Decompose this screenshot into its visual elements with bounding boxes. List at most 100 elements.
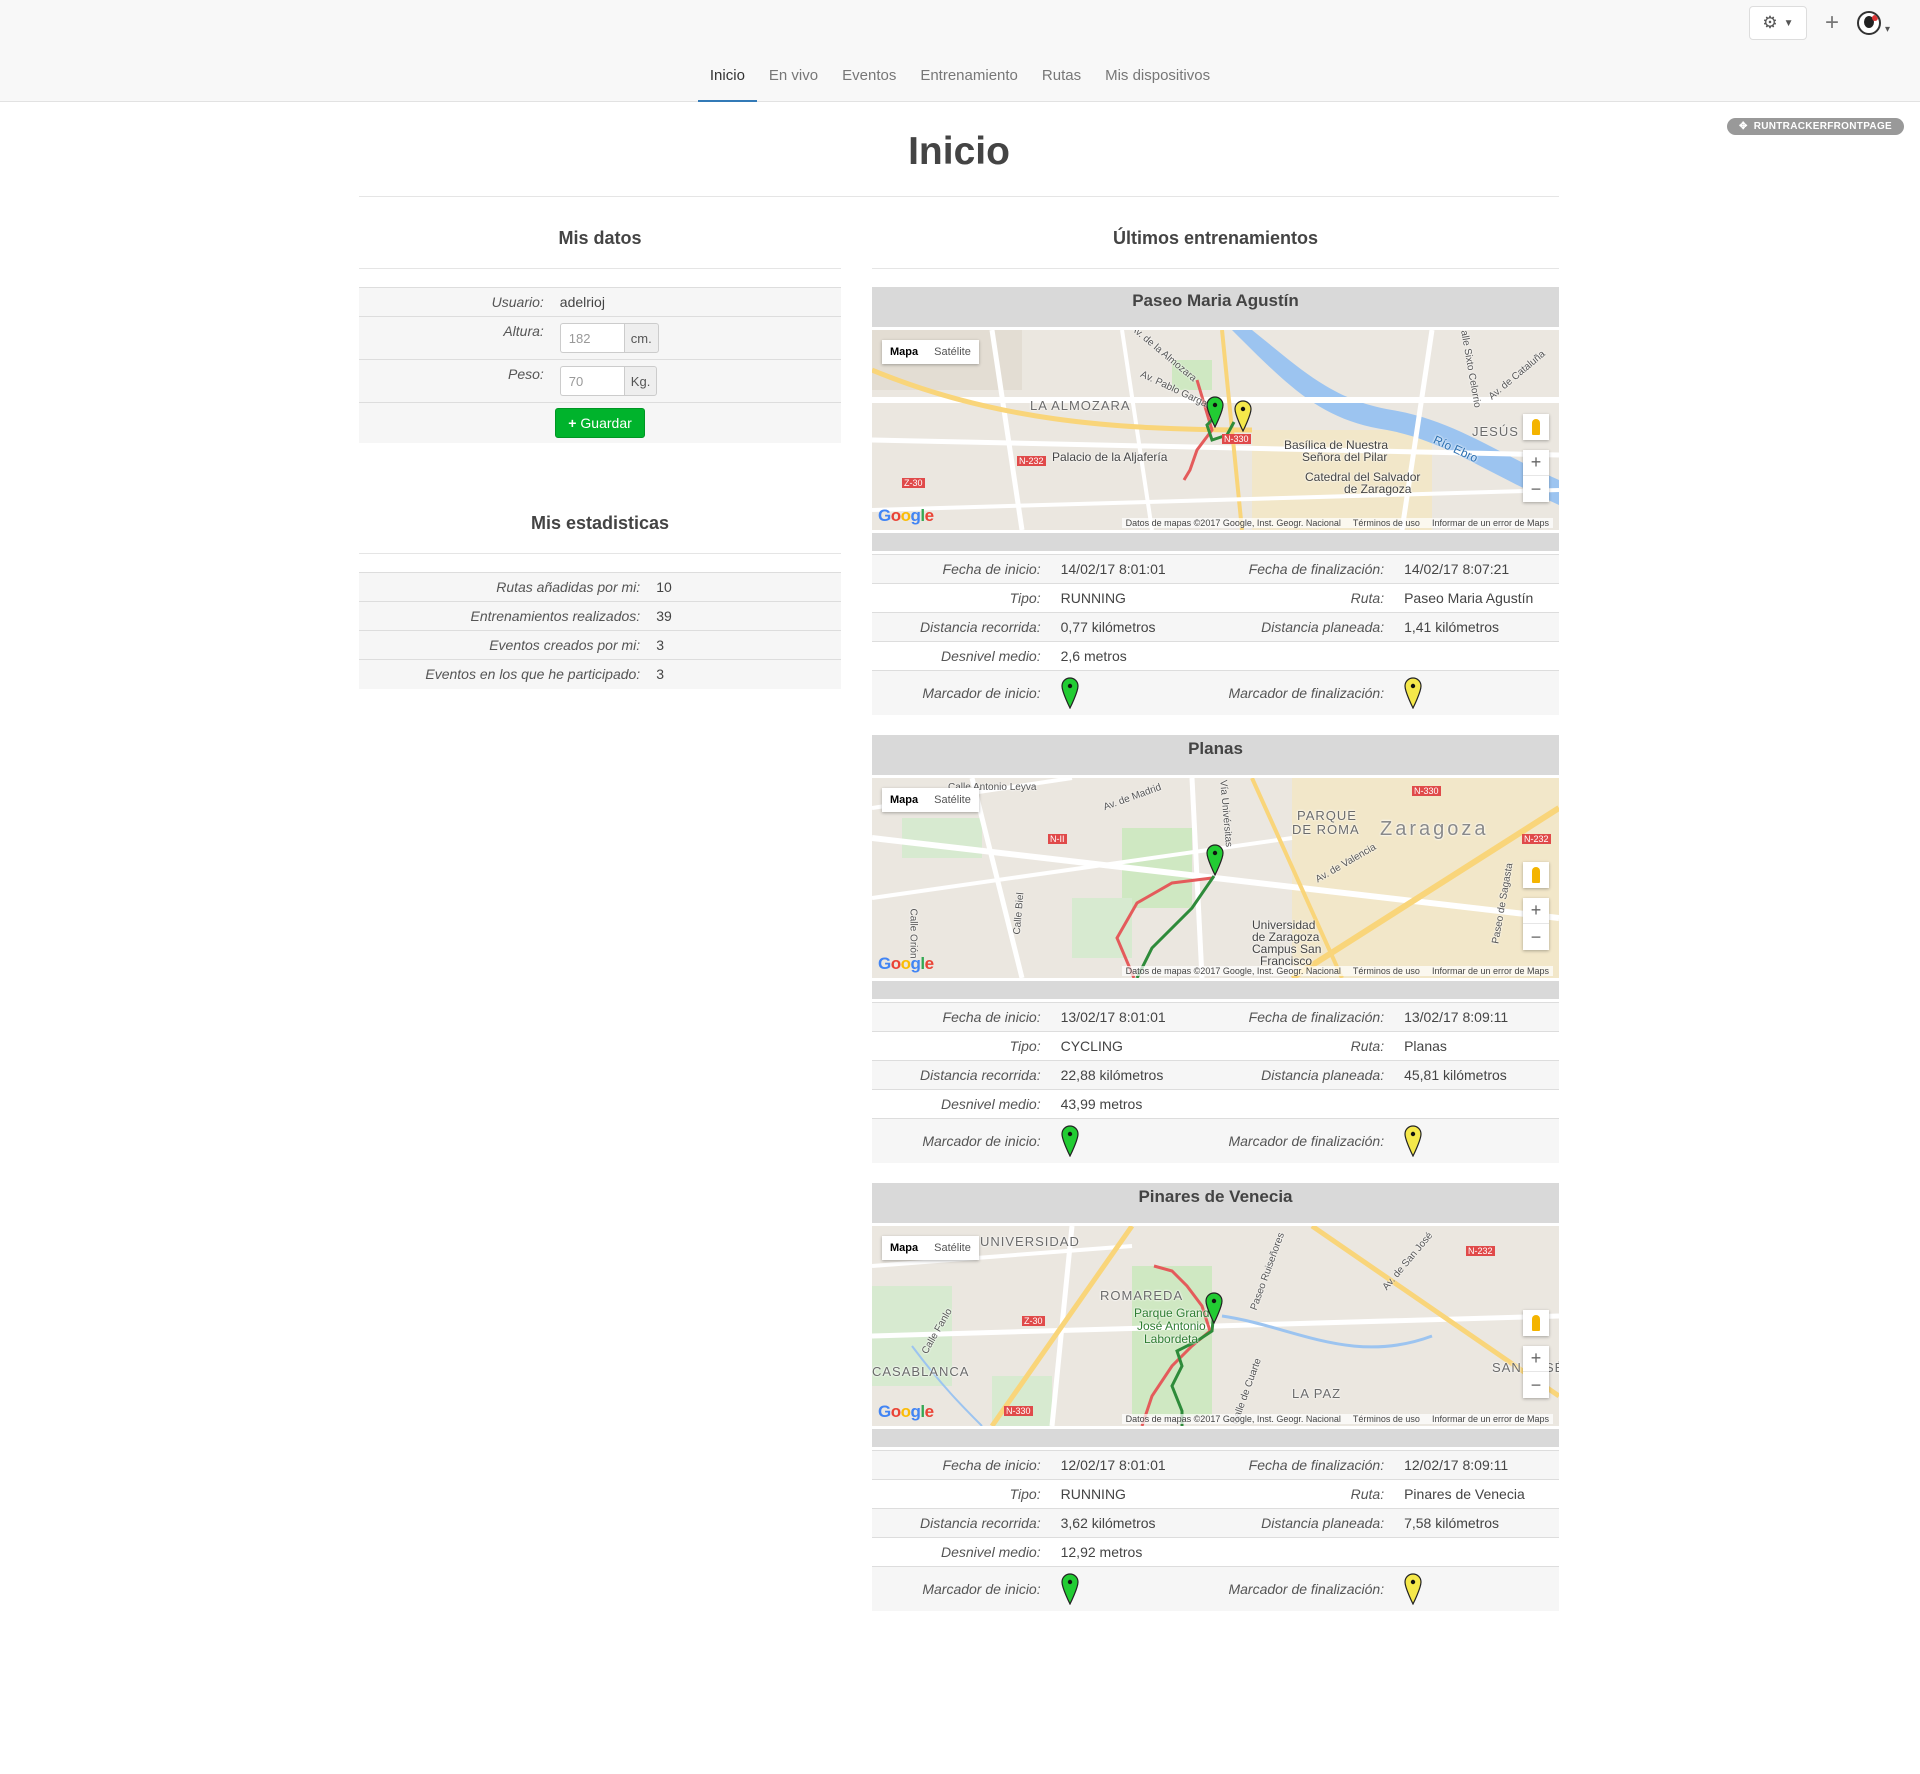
stat-label: Eventos creados por mi: bbox=[489, 637, 641, 653]
route-map[interactable]: UNIVERSIDAD ROMAREDA Parque Grande José … bbox=[872, 1226, 1559, 1426]
peso-input[interactable]: 70 bbox=[559, 366, 624, 396]
detail-value: RUNNING bbox=[1060, 590, 1126, 606]
report-error-link[interactable]: Informar de un error de Maps bbox=[1432, 966, 1549, 976]
detail-value: 1,41 kilómetros bbox=[1404, 619, 1500, 635]
altura-unit: cm. bbox=[623, 323, 659, 353]
zoom-control: + − bbox=[1523, 898, 1549, 950]
map-attribution: Datos de mapas ©2017 Google, Inst. Geogr… bbox=[1121, 518, 1553, 528]
road-badge: N-232 bbox=[1017, 456, 1046, 466]
zoom-in-button[interactable]: + bbox=[1523, 1346, 1549, 1372]
detail-label: Fecha de inicio: bbox=[942, 1009, 1041, 1025]
nav-item-eventos[interactable]: Eventos bbox=[830, 0, 908, 102]
detail-value: 3,62 kilómetros bbox=[1060, 1515, 1156, 1531]
detail-label: Tipo: bbox=[1009, 1486, 1041, 1502]
road-badge: Z-30 bbox=[902, 478, 925, 488]
usuario-value: adelrioj bbox=[559, 294, 605, 310]
route-map[interactable]: LA ALMOZARA Palacio de la Aljafería Basí… bbox=[872, 330, 1559, 530]
map-label: ROMAREDA bbox=[1100, 1288, 1184, 1303]
road-badge: N-330 bbox=[1222, 434, 1251, 444]
google-logo: Google bbox=[878, 1402, 934, 1421]
map-attribution: Datos de mapas ©2017 Google, Inst. Geogr… bbox=[1121, 966, 1553, 976]
pegman-control[interactable] bbox=[1523, 1310, 1549, 1336]
road-badge: N-II bbox=[1048, 834, 1067, 844]
map-label: Labordeta bbox=[1144, 1332, 1199, 1346]
nav-item-mis-dispositivos[interactable]: Mis dispositivos bbox=[1093, 0, 1222, 102]
nav-item-rutas[interactable]: Rutas bbox=[1030, 0, 1093, 102]
training-details: Fecha de inicio: 14/02/17 8:01:01 Fecha … bbox=[872, 554, 1559, 715]
detail-label: Distancia recorrida: bbox=[920, 1067, 1041, 1083]
map-label: LA PAZ bbox=[1292, 1386, 1342, 1401]
user-menu[interactable]: ▾ bbox=[1856, 11, 1890, 35]
main-nav: Inicio En vivo Eventos Entrenamiento Rut… bbox=[0, 0, 1920, 102]
start-marker-icon bbox=[1206, 396, 1224, 428]
table-row: Distancia recorrida: 22,88 kilómetros Di… bbox=[872, 1060, 1559, 1090]
add-button[interactable]: + bbox=[1821, 11, 1843, 35]
pegman-icon bbox=[1532, 1315, 1540, 1331]
map-type-satelite[interactable]: Satélite bbox=[926, 1236, 979, 1260]
zoom-in-button[interactable]: + bbox=[1523, 450, 1549, 476]
route-map[interactable]: PARQUE DE ROMA Zaragoza Universidad de Z… bbox=[872, 778, 1559, 978]
plus-icon: + bbox=[1824, 9, 1839, 36]
map-label: de Zaragoza bbox=[1344, 482, 1412, 496]
zoom-control: + − bbox=[1523, 450, 1549, 502]
detail-value: 0,77 kilómetros bbox=[1060, 619, 1156, 635]
move-icon: ✥ bbox=[1739, 121, 1748, 132]
table-row: Tipo: RUNNING Ruta: Pinares de Venecia bbox=[872, 1479, 1559, 1509]
terms-link[interactable]: Términos de uso bbox=[1353, 518, 1420, 528]
zoom-in-button[interactable]: + bbox=[1523, 898, 1549, 924]
report-error-link[interactable]: Informar de un error de Maps bbox=[1432, 1414, 1549, 1424]
detail-value: Paseo Maria Agustín bbox=[1404, 590, 1534, 606]
peso-unit: Kg. bbox=[623, 366, 658, 396]
terms-link[interactable]: Términos de uso bbox=[1353, 966, 1420, 976]
map-type-mapa[interactable]: Mapa bbox=[882, 1236, 926, 1260]
stat-label: Rutas añadidas por mi: bbox=[496, 579, 641, 595]
stat-value: 3 bbox=[656, 637, 664, 653]
mis-datos-table: Usuario: adelrioj Altura: 182 cm. Peso: … bbox=[359, 287, 841, 443]
altura-input[interactable]: 182 bbox=[559, 323, 624, 353]
pegman-icon bbox=[1532, 419, 1540, 435]
detail-value: RUNNING bbox=[1060, 1486, 1126, 1502]
pegman-control[interactable] bbox=[1523, 414, 1549, 440]
pegman-control[interactable] bbox=[1523, 862, 1549, 888]
detail-value: 45,81 kilómetros bbox=[1404, 1067, 1507, 1083]
map-type-control: Mapa Satélite bbox=[882, 788, 979, 812]
map-label: Zaragoza bbox=[1380, 818, 1489, 840]
detail-label: Marcador de finalización: bbox=[1228, 1581, 1385, 1597]
map-type-satelite[interactable]: Satélite bbox=[926, 788, 979, 812]
stat-label: Entrenamientos realizados: bbox=[470, 608, 641, 624]
zoom-out-button[interactable]: − bbox=[1523, 476, 1549, 502]
road-badge: Z-30 bbox=[1022, 1316, 1045, 1326]
terms-link[interactable]: Términos de uso bbox=[1353, 1414, 1420, 1424]
detail-label: Distancia planeada: bbox=[1261, 619, 1385, 635]
detail-label: Tipo: bbox=[1009, 590, 1041, 606]
settings-dropdown-button[interactable]: ⚙ ▼ bbox=[1748, 6, 1807, 40]
gear-icon: ⚙ bbox=[1762, 13, 1778, 32]
peso-input-group: 70 Kg. bbox=[559, 366, 658, 396]
usuario-label: Usuario: bbox=[491, 294, 544, 310]
map-label: LA ALMOZARA bbox=[1030, 398, 1131, 413]
zoom-out-button[interactable]: − bbox=[1523, 1372, 1549, 1398]
attribution-text: Datos de mapas ©2017 Google, Inst. Geogr… bbox=[1125, 966, 1341, 976]
detail-label: Distancia planeada: bbox=[1261, 1067, 1385, 1083]
save-button[interactable]: + Guardar bbox=[555, 408, 645, 438]
training-details: Fecha de inicio: 13/02/17 8:01:01 Fecha … bbox=[872, 1002, 1559, 1163]
zoom-out-button[interactable]: − bbox=[1523, 924, 1549, 950]
save-button-label: Guardar bbox=[580, 415, 632, 431]
section-divider bbox=[359, 268, 841, 269]
page-title: Inicio bbox=[908, 130, 1010, 173]
table-row: Eventos en los que he participado: 3 bbox=[359, 659, 841, 689]
end-marker-icon bbox=[1404, 677, 1422, 709]
road-badge: N-232 bbox=[1466, 1246, 1495, 1256]
map-label: Señora del Pilar bbox=[1302, 450, 1388, 464]
chevron-down-icon: ▾ bbox=[1884, 24, 1890, 35]
nav-item-en-vivo[interactable]: En vivo bbox=[757, 0, 830, 102]
nav-item-inicio[interactable]: Inicio bbox=[697, 0, 757, 102]
portlet-badge[interactable]: ✥ RUNTRACKERFRONTPAGE bbox=[1727, 118, 1904, 135]
map-type-satelite[interactable]: Satélite bbox=[926, 340, 979, 364]
map-type-mapa[interactable]: Mapa bbox=[882, 340, 926, 364]
map-type-mapa[interactable]: Mapa bbox=[882, 788, 926, 812]
google-logo: Google bbox=[878, 954, 934, 973]
nav-item-entrenamiento[interactable]: Entrenamiento bbox=[908, 0, 1030, 102]
report-error-link[interactable]: Informar de un error de Maps bbox=[1432, 518, 1549, 528]
map-label: UNIVERSIDAD bbox=[980, 1234, 1080, 1249]
